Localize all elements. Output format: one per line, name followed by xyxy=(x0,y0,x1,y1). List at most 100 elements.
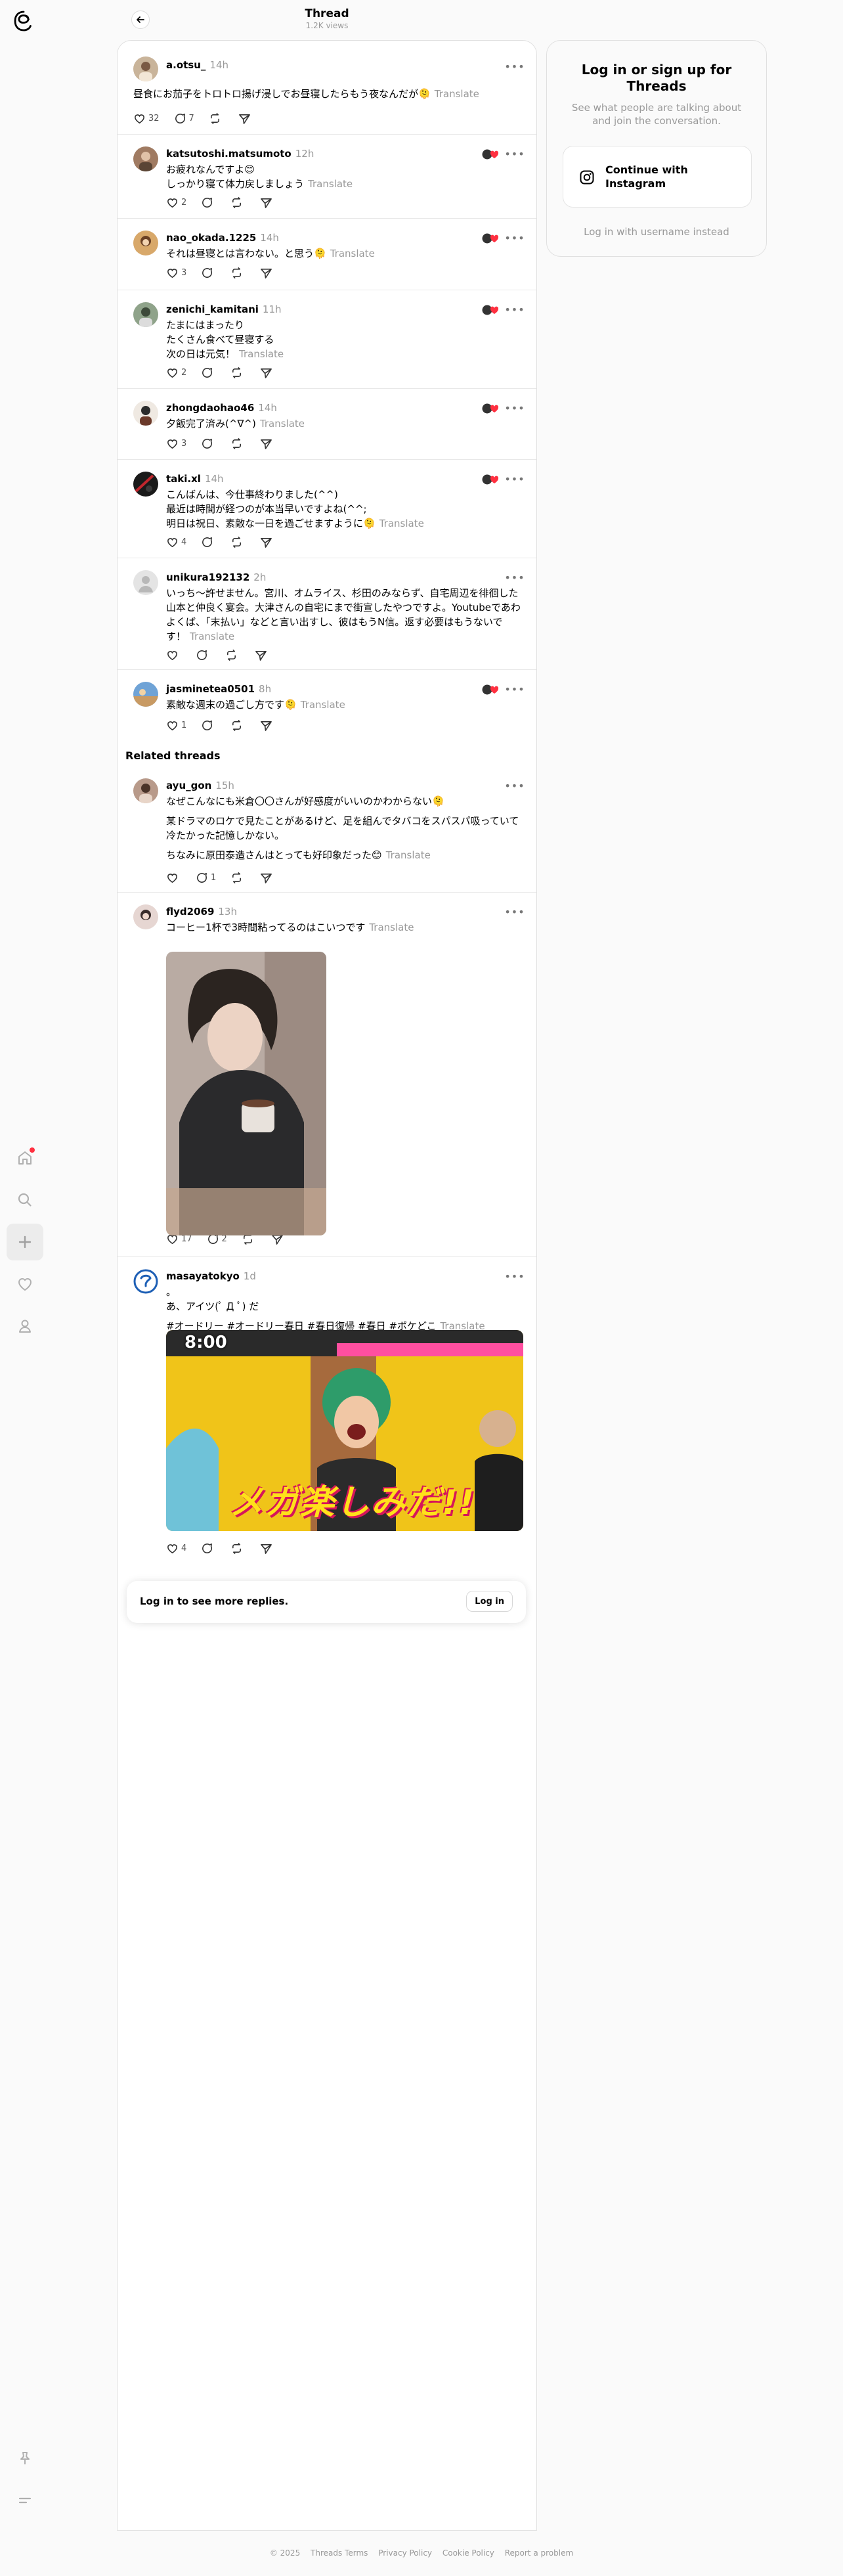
reply-button[interactable] xyxy=(201,196,216,209)
create-post-icon[interactable] xyxy=(7,1224,43,1260)
like-button[interactable]: 32 xyxy=(133,112,160,125)
terms-link[interactable]: Threads Terms xyxy=(311,2548,368,2558)
more-options-icon[interactable]: ••• xyxy=(504,778,524,793)
share-button[interactable] xyxy=(260,536,275,548)
share-button[interactable] xyxy=(260,872,275,884)
post-username[interactable]: flyd2069 13h xyxy=(166,906,237,918)
translate-link[interactable]: Translate xyxy=(386,849,431,861)
like-button[interactable]: 2 xyxy=(166,196,186,209)
more-options-icon[interactable]: ••• xyxy=(504,904,524,919)
more-options-icon[interactable]: ••• xyxy=(504,146,524,161)
like-button[interactable] xyxy=(166,872,181,884)
translate-link[interactable]: Translate xyxy=(190,631,234,642)
avatar[interactable] xyxy=(133,472,158,497)
share-button[interactable] xyxy=(255,649,270,661)
username[interactable]: unikura192132 xyxy=(166,571,249,583)
reply-button[interactable]: 1 xyxy=(196,872,216,884)
like-button[interactable] xyxy=(166,649,181,661)
like-button[interactable]: 2 xyxy=(166,366,186,379)
repost-button[interactable] xyxy=(230,1542,246,1555)
reply-button[interactable] xyxy=(201,267,216,279)
avatar[interactable] xyxy=(133,401,158,426)
reply-button[interactable] xyxy=(201,536,216,548)
username[interactable]: zhongdaohao46 xyxy=(166,402,254,414)
profile-icon[interactable] xyxy=(7,1308,43,1344)
post-username[interactable]: taki.xl 14h xyxy=(166,473,224,485)
reply-button[interactable] xyxy=(201,719,216,732)
username[interactable]: katsutoshi.matsumoto xyxy=(166,148,292,160)
translate-link[interactable]: Translate xyxy=(369,922,414,933)
menu-icon[interactable] xyxy=(7,2482,43,2519)
translate-link[interactable]: Translate xyxy=(308,178,353,190)
avatar[interactable] xyxy=(133,570,158,595)
share-button[interactable] xyxy=(260,366,275,379)
username[interactable]: flyd2069 xyxy=(166,906,214,918)
like-button[interactable]: 3 xyxy=(166,437,186,450)
post-username[interactable]: unikura192132 2h xyxy=(166,571,266,583)
username[interactable]: jasminetea0501 xyxy=(166,683,255,695)
cookie-link[interactable]: Cookie Policy xyxy=(443,2548,494,2558)
post-username[interactable]: nao_okada.1225 14h xyxy=(166,232,279,244)
repost-button[interactable] xyxy=(209,112,224,125)
avatar[interactable] xyxy=(133,231,158,255)
post-username[interactable]: ayu_gon 15h xyxy=(166,780,234,791)
post-username[interactable]: masayatokyo 1d xyxy=(166,1270,256,1282)
privacy-link[interactable]: Privacy Policy xyxy=(378,2548,432,2558)
translate-link[interactable]: Translate xyxy=(260,418,305,430)
translate-link[interactable]: Translate xyxy=(330,248,375,259)
report-problem-link[interactable]: Report a problem xyxy=(505,2548,573,2558)
translate-link[interactable]: Translate xyxy=(379,518,424,529)
share-button[interactable] xyxy=(238,112,253,125)
more-options-icon[interactable]: ••• xyxy=(504,1269,524,1283)
username[interactable]: nao_okada.1225 xyxy=(166,232,256,244)
translate-link[interactable]: Translate xyxy=(435,88,479,100)
username[interactable]: masayatokyo xyxy=(166,1270,240,1282)
translate-link[interactable]: Translate xyxy=(301,699,345,711)
repost-button[interactable] xyxy=(230,366,246,379)
more-options-icon[interactable]: ••• xyxy=(504,472,524,486)
login-with-username-link[interactable]: Log in with username instead xyxy=(547,226,766,238)
continue-with-instagram-button[interactable]: Continue with Instagram xyxy=(563,146,752,208)
post-username[interactable]: zhongdaohao46 14h xyxy=(166,402,277,414)
share-button[interactable] xyxy=(260,437,275,450)
like-button[interactable]: 4 xyxy=(166,1542,186,1555)
reply-button[interactable] xyxy=(201,1542,216,1555)
reply-button[interactable] xyxy=(196,649,211,661)
search-icon[interactable] xyxy=(7,1182,43,1218)
share-button[interactable] xyxy=(260,1542,275,1555)
username[interactable]: zenichi_kamitani xyxy=(166,303,259,315)
home-icon[interactable] xyxy=(7,1140,43,1176)
avatar[interactable] xyxy=(133,146,158,171)
more-options-icon[interactable]: ••• xyxy=(504,401,524,415)
more-options-icon[interactable]: ••• xyxy=(504,59,524,74)
more-options-icon[interactable]: ••• xyxy=(504,682,524,696)
share-button[interactable] xyxy=(260,267,275,279)
avatar[interactable] xyxy=(133,1269,158,1294)
avatar[interactable] xyxy=(133,302,158,327)
repost-button[interactable] xyxy=(230,196,246,209)
like-button[interactable]: 1 xyxy=(166,719,186,732)
like-button[interactable]: 4 xyxy=(166,536,186,548)
more-options-icon[interactable]: ••• xyxy=(504,302,524,317)
pin-icon[interactable] xyxy=(7,2440,43,2477)
post-video-thumbnail[interactable]: 8:00 メガ楽しみだ!! xyxy=(166,1330,523,1531)
repost-button[interactable] xyxy=(230,872,246,884)
avatar[interactable] xyxy=(133,778,158,803)
more-options-icon[interactable]: ••• xyxy=(504,570,524,585)
post-username[interactable]: a.otsu_ 14h xyxy=(166,59,228,71)
reply-button[interactable] xyxy=(201,437,216,450)
activity-heart-icon[interactable] xyxy=(7,1266,43,1302)
avatar[interactable] xyxy=(133,904,158,929)
post-username[interactable]: jasminetea0501 8h xyxy=(166,683,271,695)
avatar[interactable] xyxy=(133,56,158,81)
username[interactable]: taki.xl xyxy=(166,473,201,485)
avatar[interactable] xyxy=(133,682,158,707)
repost-button[interactable] xyxy=(230,267,246,279)
repost-button[interactable] xyxy=(225,649,240,661)
repost-button[interactable] xyxy=(230,536,246,548)
repost-button[interactable] xyxy=(230,719,246,732)
post-username[interactable]: katsutoshi.matsumoto 12h xyxy=(166,148,314,160)
more-options-icon[interactable]: ••• xyxy=(504,231,524,245)
post-username[interactable]: zenichi_kamitani 11h xyxy=(166,303,282,315)
username[interactable]: ayu_gon xyxy=(166,780,211,791)
